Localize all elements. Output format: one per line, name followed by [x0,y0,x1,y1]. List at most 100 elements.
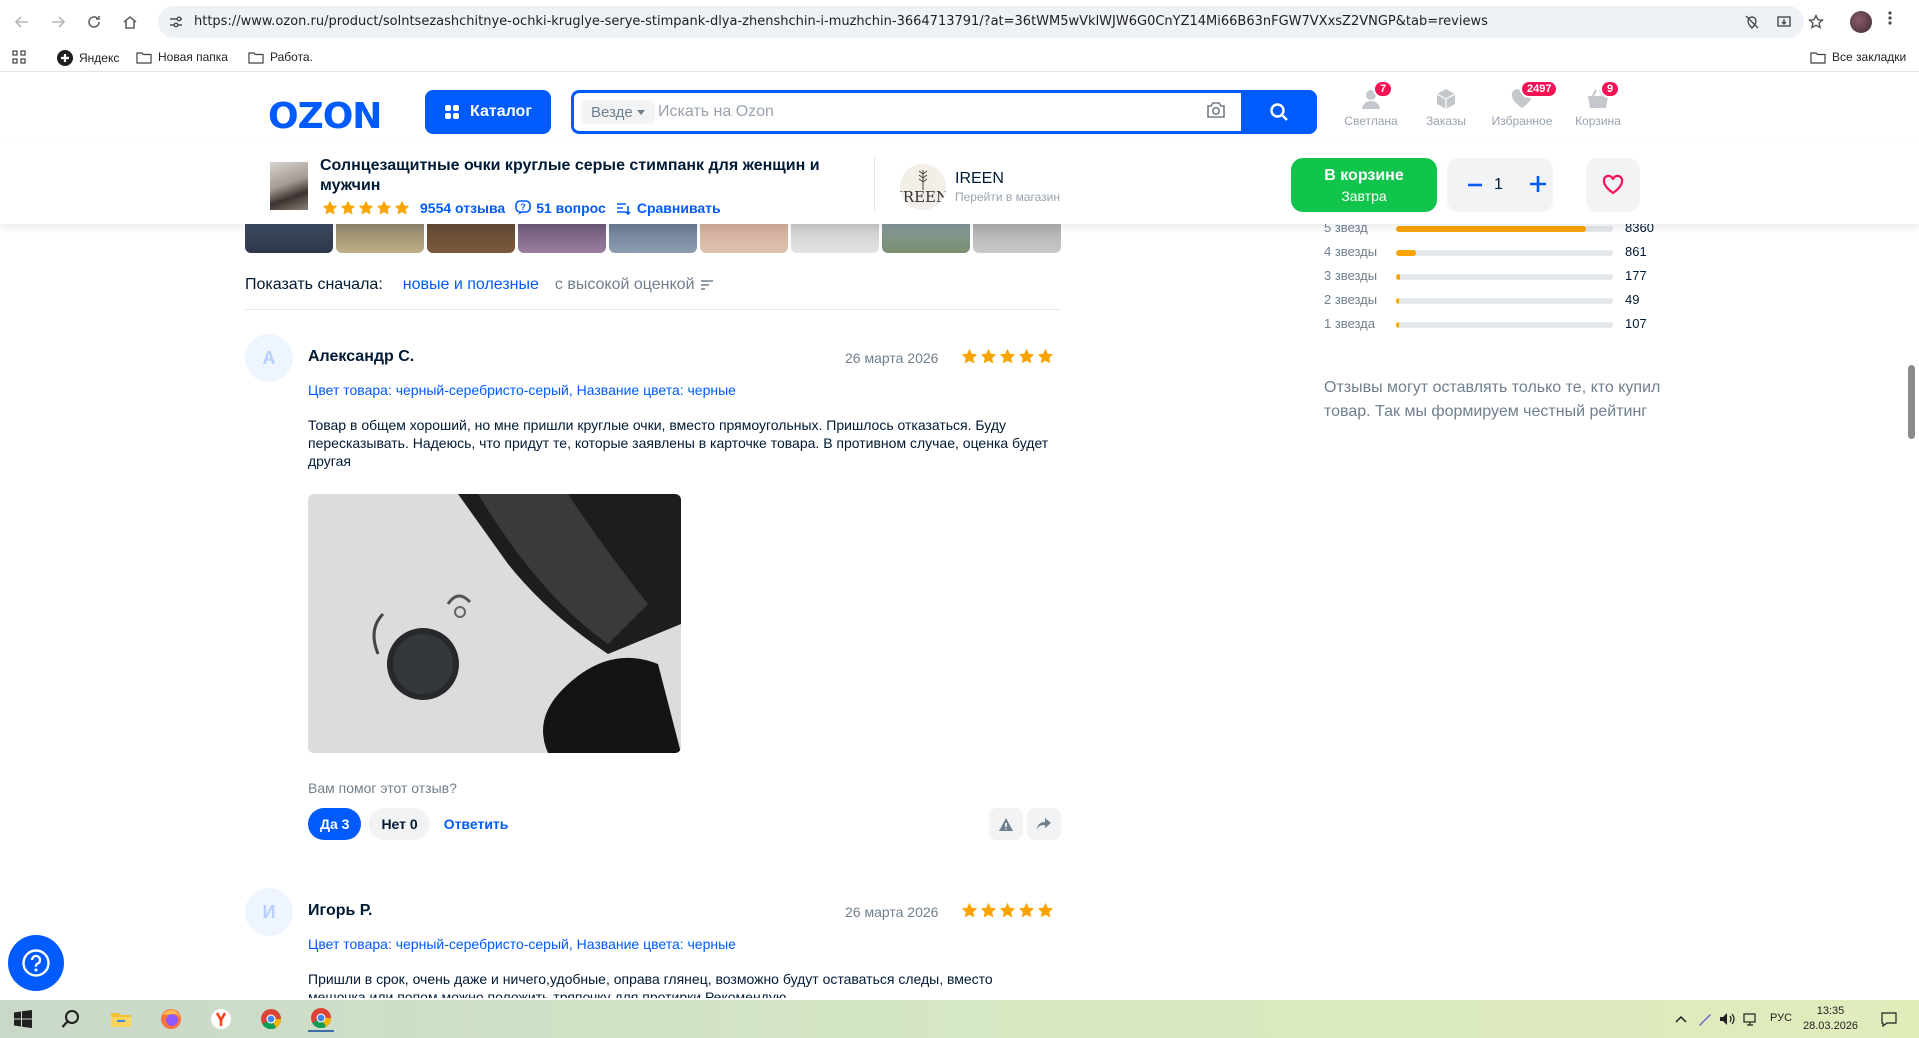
firefox-icon[interactable] [158,1006,184,1032]
header-favorites[interactable]: 2497 Избранное [1487,80,1559,128]
install-app-icon[interactable] [1776,14,1792,30]
add-to-favorites-button[interactable] [1586,158,1640,212]
star-icon [394,200,410,216]
rating-row[interactable]: 1 звезда 107 [1324,314,1664,334]
product-thumbnail[interactable] [270,162,308,210]
star-icon [1037,902,1054,919]
rating-bar-track [1396,226,1613,232]
header-orders[interactable]: Заказы [1411,88,1481,128]
rating-row-label: 3 звезды [1324,268,1378,283]
rating-bar-fill [1396,226,1586,232]
file-explorer-icon[interactable] [108,1006,134,1032]
location-off-icon[interactable] [1744,14,1760,30]
yandex-browser-icon[interactable] [208,1006,234,1032]
box-icon [1434,88,1458,110]
profile-avatar[interactable] [1850,11,1872,33]
back-arrow-icon[interactable] [4,4,40,40]
sort-label: Показать сначала: [245,276,383,293]
search-icon[interactable] [58,1006,84,1032]
review-author: Александр С. [308,348,415,365]
rating-bar-track [1396,298,1613,304]
product-title: Солнцезащитные очки круглые серые стимпа… [320,157,820,194]
forward-arrow-icon[interactable] [40,4,76,40]
site-info-icon[interactable] [168,14,184,30]
header-cart[interactable]: 9 Корзина [1563,80,1633,128]
share-button[interactable] [1027,808,1061,840]
user-icon: 7 [1359,80,1394,110]
system-clock[interactable]: 13:35 28.03.2026 [1803,1004,1858,1034]
taskbar: РУС 13:35 28.03.2026 [0,1000,1919,1038]
apps-grid-icon[interactable] [12,50,26,64]
helpful-no-button[interactable]: Нет 0 [369,808,430,840]
rating-row[interactable]: 2 звезды 49 [1324,290,1664,310]
speaker-icon[interactable] [1714,1006,1740,1032]
helpful-yes-button[interactable]: Да 3 [308,808,362,840]
report-button[interactable] [989,808,1023,840]
review-helpful-question: Вам помог этот отзыв? [308,780,457,796]
chrome-icon[interactable] [258,1006,284,1032]
browser-menu-icon[interactable] [1888,10,1892,26]
review-date: 26 марта 2026 [845,904,939,920]
network-icon[interactable] [1738,1006,1764,1032]
home-icon[interactable] [112,4,148,40]
favorites-badge: 2497 [1520,80,1559,98]
chrome-active-icon[interactable] [308,1006,334,1032]
star-icon [980,348,997,365]
compare-link[interactable]: Сравнивать [616,200,721,216]
all-bookmarks[interactable]: Все закладки [1810,50,1906,64]
plus-icon[interactable] [1529,174,1547,194]
star-icon [1037,348,1054,365]
help-button[interactable] [8,935,64,991]
review-actions: Да 3 Нет 0 Ответить [308,808,514,840]
search-button[interactable] [1241,90,1317,134]
address-bar[interactable]: https://www.ozon.ru/product/solntsezashc… [158,6,1824,38]
rating-row[interactable]: 3 звезды 177 [1324,266,1664,286]
bookmark-work-folder[interactable]: Работа. [248,50,313,64]
folder-icon [136,51,152,64]
sort-option-high-rating[interactable]: с высокой оценкой [555,276,713,294]
rating-bar-track [1396,274,1613,280]
rating-row[interactable]: 4 звезды 861 [1324,242,1664,262]
bookmark-new-folder[interactable]: Новая папка [136,50,228,64]
question-circle-icon [21,948,51,978]
seller-name[interactable]: IREEN [955,170,1004,188]
reload-icon[interactable] [76,4,112,40]
url-text[interactable]: https://www.ozon.ru/product/solntsezashc… [194,14,1488,29]
camera-icon[interactable] [1206,101,1226,119]
minus-icon[interactable] [1467,175,1483,195]
search-scope-dropdown[interactable]: Везде [581,100,655,124]
star-icon [340,200,356,216]
star-icon [1018,348,1035,365]
review-variant-link[interactable]: Цвет товара: черный-серебристо-серый, На… [308,382,736,398]
avatar: И [245,888,293,936]
star-icon [999,902,1016,919]
reviews-count-link[interactable]: 9554 отзыва [420,200,505,216]
star-icon [376,200,392,216]
seller-logo[interactable]: IREEN [900,164,946,210]
site-header: OZON Каталог Везде 7 Светлана За [0,80,1919,144]
reply-button[interactable]: Ответить [438,808,515,840]
questions-link[interactable]: ? 51 вопрос [515,200,606,216]
bookmarks-bar: ✚ Яндекс Новая папка Работа. Все закладк… [0,44,1919,72]
in-cart-button[interactable]: В корзине Завтра [1291,158,1437,212]
chevron-up-icon[interactable] [1668,1006,1694,1032]
bookmark-yandex[interactable]: ✚ Яндекс [57,50,119,66]
catalog-button[interactable]: Каталог [425,90,551,134]
bookmark-star-icon[interactable] [1808,14,1824,30]
notifications-icon[interactable] [1876,1006,1902,1032]
language-indicator[interactable]: РУС [1770,1012,1792,1024]
header-profile[interactable]: 7 Светлана [1336,80,1406,128]
svg-text:?: ? [520,202,526,212]
star-icon [961,348,978,365]
chevron-down-icon [636,109,645,115]
search-input[interactable] [658,99,1218,125]
ozon-logo[interactable]: OZON [268,96,382,137]
sort-option-new-useful[interactable]: новые и полезные [403,276,539,294]
go-to-store-link[interactable]: Перейти в магазин [955,190,1060,204]
heart-icon [1601,174,1625,196]
review-photo[interactable] [308,494,681,753]
review-variant-link[interactable]: Цвет товара: черный-серебристо-серый, На… [308,936,736,952]
windows-start-icon[interactable] [10,1006,36,1032]
quantity-stepper: 1 [1447,158,1553,212]
scrollbar-thumb[interactable] [1908,365,1915,439]
